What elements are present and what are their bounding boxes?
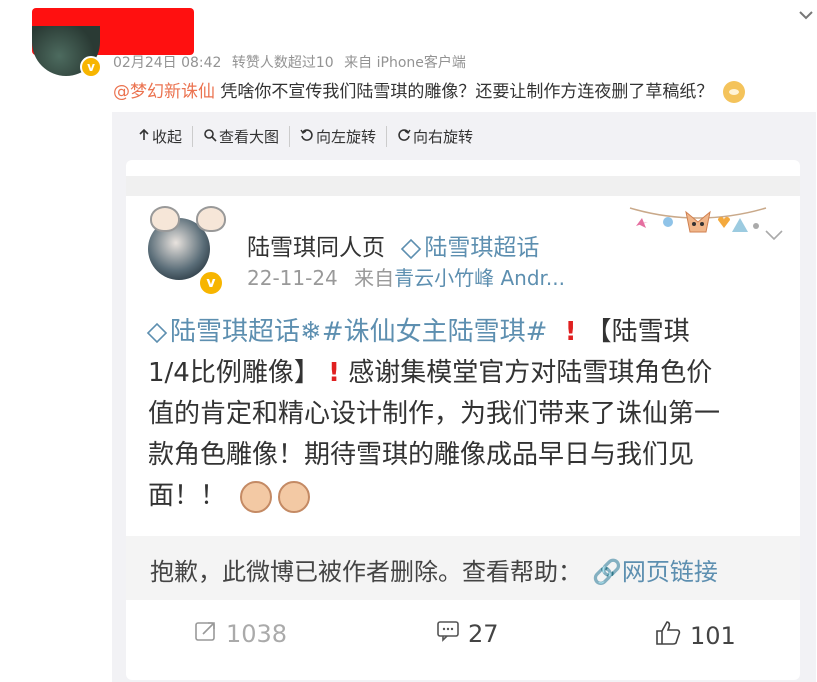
body-line-4: 款角色雕像！期待雪琪的雕像成品早日与我们见	[148, 440, 695, 470]
body-line1-tail: 【陆雪琪	[585, 317, 690, 347]
link-icon: 🔗	[592, 558, 622, 586]
exclamation-icon: !	[555, 317, 586, 347]
cat-sticker-icon	[196, 206, 226, 232]
body-topic: 陆雪琪超话	[146, 317, 301, 347]
comment-body: 凭啥你不宣传我们陆雪琪的雕像？还要让制作方连夜删了草稿纸？	[220, 82, 714, 102]
view-large-button[interactable]: 查看大图	[193, 126, 291, 147]
screenshot-author-line: 陆雪琪同人页 陆雪琪超话	[247, 228, 539, 262]
arrow-up-icon	[138, 128, 150, 146]
exclamation-icon: !	[328, 358, 340, 388]
comment-source: 来自 iPhone客户端	[344, 55, 466, 71]
cry-face-emoji-icon	[240, 480, 273, 513]
rotate-left-label: 向左旋转	[316, 128, 377, 146]
like-action: 101	[654, 620, 736, 652]
comment-meta: 02月24日 08:42 转赞人数超过10 来自 iPhone客户端	[113, 52, 472, 72]
collapse-button[interactable]: 收起	[138, 126, 194, 147]
comment-text: @梦幻新诛仙 凭啥你不宣传我们陆雪琪的雕像？还要让制作方连夜删了草稿纸？	[113, 77, 745, 103]
cry-face-emoji-icon	[278, 480, 311, 513]
repost-count: 1038	[226, 620, 288, 648]
like-count: 101	[690, 622, 736, 650]
diamond-icon	[401, 238, 422, 259]
body-line-5: 面！！	[148, 476, 778, 517]
body-line5-text: 面！！	[148, 481, 227, 511]
body-line-2: 1/4比例雕像】 ! 感谢集模堂官方对陆雪琪角色价	[148, 353, 778, 394]
screenshot-source: 青云小竹峰 Andr...	[394, 266, 566, 290]
body-topic-label: 陆雪琪超话	[170, 317, 301, 347]
snowflake-icon: ❄	[300, 317, 322, 347]
screenshot-top-band	[126, 176, 800, 196]
body-line2-tail: 感谢集模堂官方对陆雪琪角色价	[348, 358, 713, 388]
rotate-right-button[interactable]: 向右旋转	[387, 126, 483, 147]
comment-reposts: 转赞人数超过10	[231, 55, 334, 71]
rotate-left-button[interactable]: 向左旋转	[290, 126, 388, 147]
screenshot-topic-label: 陆雪琪超话	[424, 235, 540, 261]
screenshot-meta: 22-11-24 来自青云小竹峰 Andr...	[247, 262, 565, 291]
comment-icon	[436, 620, 460, 648]
web-link-label: 网页链接	[621, 558, 718, 586]
screenshot-verified-icon: v	[198, 270, 224, 296]
repost-action: 1038	[194, 620, 287, 648]
rotate-left-icon	[300, 128, 314, 146]
body-line2-text: 1/4比例雕像】	[148, 358, 320, 388]
screenshot-chevron-icon	[764, 226, 784, 247]
body-line-1: 陆雪琪超话❄#诛仙女主陆雪琪# ! 【陆雪琪	[146, 312, 778, 353]
collapse-label: 收起	[152, 128, 183, 146]
screenshot-topic-tag: 陆雪琪超话	[401, 235, 540, 261]
doge-emoji-icon	[722, 81, 745, 103]
diamond-icon	[146, 322, 168, 343]
decoration-banner-icon	[628, 202, 768, 248]
rotate-right-icon	[397, 128, 411, 146]
deleted-notice: 抱歉，此微博已被作者删除。查看帮助： 🔗网页链接	[150, 552, 718, 587]
comment-timestamp: 02月24日 08:42	[113, 55, 222, 71]
comment-action: 27	[436, 620, 499, 648]
body-hashtag: #诛仙女主陆雪琪#	[321, 317, 548, 347]
screenshot-action-bar: 1038 27 101	[126, 620, 800, 660]
share-icon	[194, 620, 218, 648]
deleted-notice-text: 抱歉，此微博已被作者删除。查看帮助：	[150, 558, 582, 586]
body-line-3: 值的肯定和精心设计制作，为我们带来了诛仙第一	[148, 399, 721, 429]
mention-link[interactable]: @梦幻新诛仙	[113, 82, 215, 102]
image-toolbar: 收起 查看大图 向左旋转 向右旋转	[138, 126, 483, 147]
comment-count: 27	[468, 620, 499, 648]
screenshot-author: 陆雪琪同人页	[247, 235, 385, 261]
cat-sticker-icon	[150, 206, 180, 232]
web-link: 🔗网页链接	[592, 558, 718, 586]
thumbs-up-icon	[654, 620, 682, 652]
screenshot-date: 22-11-24	[247, 266, 338, 290]
screenshot-body: 陆雪琪超话❄#诛仙女主陆雪琪# ! 【陆雪琪 1/4比例雕像】 ! 感谢集模堂官…	[146, 312, 778, 517]
verified-badge-icon: v	[80, 56, 102, 78]
view-large-label: 查看大图	[219, 128, 280, 146]
rotate-right-label: 向右旋转	[413, 128, 474, 146]
screenshot-source-prefix: 来自	[354, 266, 395, 290]
chevron-down-icon[interactable]	[797, 6, 817, 26]
magnifier-icon	[203, 128, 217, 146]
